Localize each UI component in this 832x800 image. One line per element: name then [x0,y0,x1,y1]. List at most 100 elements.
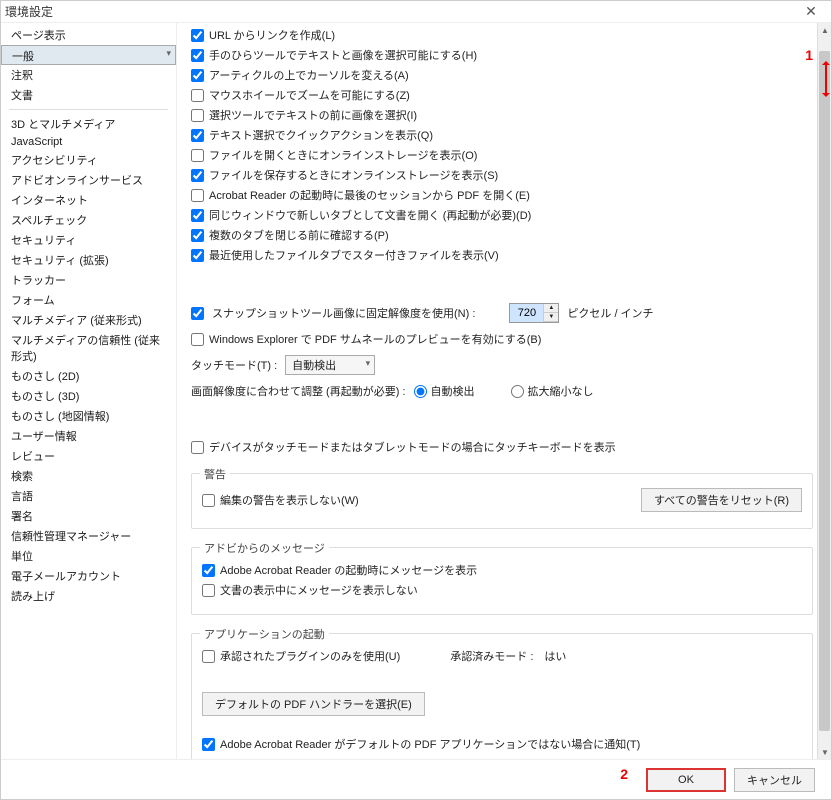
option-row: 複数のタブを閉じる前に確認する(P) [191,227,813,243]
resolution-row: 画面解像度に合わせて調整 (再起動が必要) : 自動検出 拡大縮小なし [191,383,813,399]
resolution-noscale-radio[interactable]: 拡大縮小なし [511,383,594,399]
certified-plugins-label: 承認されたプラグインのみを使用(U) [220,648,400,664]
sidebar-item[interactable]: JavaScript [1,134,176,150]
sidebar-item[interactable]: 署名 [1,506,176,526]
certified-plugins-checkbox[interactable] [202,650,215,663]
sidebar-item[interactable]: セキュリティ [1,230,176,250]
annotation-1: 1 [805,47,813,63]
option-label: 複数のタブを閉じる前に確認する(P) [209,227,389,243]
option-row: マウスホイールでズームを可能にする(Z) [191,87,813,103]
option-row: テキスト選択でクイックアクションを表示(Q) [191,127,813,143]
titlebar: 環境設定 ✕ [1,1,831,23]
option-label: Acrobat Reader の起動時に最後のセッションから PDF を開く(E… [209,187,530,203]
sidebar-item[interactable]: 3D とマルチメディア [1,114,176,134]
stepper-down-icon[interactable]: ▼ [544,313,558,322]
sidebar-item[interactable]: レビュー [1,446,176,466]
sidebar-item[interactable]: フォーム [1,290,176,310]
sidebar-item[interactable]: ページ表示 [1,25,176,45]
app-launch-legend: アプリケーションの起動 [200,626,329,642]
option-checkbox[interactable] [191,89,204,102]
viewing-message-row: 文書の表示中にメッセージを表示しない [202,582,802,598]
scroll-up-icon[interactable]: ▲ [818,23,831,37]
option-label: URL からリンクを作成(L) [209,27,335,43]
viewing-message-checkbox[interactable] [202,584,215,597]
touch-mode-select[interactable]: 自動検出 [285,355,375,375]
sidebar-item[interactable]: ものさし (3D) [1,386,176,406]
reset-warnings-button[interactable]: すべての警告をリセット(R) [641,488,802,512]
option-checkbox[interactable] [191,69,204,82]
ok-button[interactable]: OK [646,768,726,792]
sidebar-item[interactable]: 単位 [1,546,176,566]
content-panel: URL からリンクを作成(L) 手のひらツールでテキストと画像を選択可能にする(H… [177,23,831,759]
sidebar-item[interactable]: 一般 [1,45,176,65]
scrollbar-thumb[interactable] [819,51,830,731]
option-checkbox[interactable] [191,229,204,242]
option-label: 最近使用したファイルタブでスター付きファイルを表示(V) [209,247,499,263]
option-row: アーティクルの上でカーソルを変える(A) [191,67,813,83]
adobe-messages-group: アドビからのメッセージ Adobe Acrobat Reader の起動時にメッ… [191,547,813,615]
preferences-dialog: 環境設定 ✕ ページ表示一般注釈文書3D とマルチメディアJavaScriptア… [0,0,832,800]
stepper-up-icon[interactable]: ▲ [544,304,558,313]
option-label: ファイルを開くときにオンラインストレージを表示(O) [209,147,477,163]
option-checkbox[interactable] [191,209,204,222]
option-label: 同じウィンドウで新しいタブとして文書を開く (再起動が必要)(D) [209,207,531,223]
default-pdf-notify-checkbox[interactable] [202,738,215,751]
close-button[interactable]: ✕ [795,2,827,22]
certified-plugins-row: 承認されたプラグインのみを使用(U) 承認済みモード : はい [202,648,802,664]
explorer-preview-row: Windows Explorer で PDF サムネールのプレビューを有効にする… [191,331,813,347]
sidebar-item[interactable]: スペルチェック [1,210,176,230]
option-row: ファイルを保存するときにオンラインストレージを表示(S) [191,167,813,183]
startup-message-checkbox[interactable] [202,564,215,577]
option-checkbox[interactable] [191,109,204,122]
sidebar-item[interactable]: 読み上げ [1,586,176,606]
startup-message-row: Adobe Acrobat Reader の起動時にメッセージを表示 [202,562,802,578]
warning-legend: 警告 [200,466,230,482]
cancel-button[interactable]: キャンセル [734,768,815,792]
tablet-keyboard-checkbox[interactable] [191,441,204,454]
option-checkbox[interactable] [191,249,204,262]
option-checkbox[interactable] [191,129,204,142]
sidebar-item[interactable]: トラッカー [1,270,176,290]
sidebar: ページ表示一般注釈文書 3D とマルチメディアJavaScriptアクセシビリティ… [1,23,177,759]
sidebar-item[interactable]: 文書 [1,85,176,105]
option-label: 手のひらツールでテキストと画像を選択可能にする(H) [209,47,477,63]
sidebar-item[interactable]: 電子メールアカウント [1,566,176,586]
option-checkbox[interactable] [191,189,204,202]
snapshot-checkbox[interactable] [191,307,204,320]
sidebar-item[interactable]: 言語 [1,486,176,506]
default-pdf-notify-label: Adobe Acrobat Reader がデフォルトの PDF アプリケーショ… [220,736,640,752]
sidebar-item[interactable]: 信頼性管理マネージャー [1,526,176,546]
snapshot-resolution-input[interactable]: 720 ▲▼ [509,303,559,323]
snapshot-label: スナップショットツール画像に固定解像度を使用(N) : [212,305,475,321]
option-checkbox[interactable] [191,49,204,62]
sidebar-item[interactable]: ユーザー情報 [1,426,176,446]
option-checkbox[interactable] [191,149,204,162]
option-label: ファイルを保存するときにオンラインストレージを表示(S) [209,167,498,183]
scroll-down-icon[interactable]: ▼ [818,745,831,759]
dialog-footer: 2 OK キャンセル [1,759,831,799]
option-checkbox[interactable] [191,29,204,42]
hide-edit-warning-checkbox[interactable] [202,494,215,507]
tablet-keyboard-label: デバイスがタッチモードまたはタブレットモードの場合にタッチキーボードを表示 [209,439,616,455]
snapshot-value: 720 [510,304,544,322]
sidebar-item[interactable]: アドビオンラインサービス [1,170,176,190]
sidebar-item[interactable]: 検索 [1,466,176,486]
app-launch-group: アプリケーションの起動 承認されたプラグインのみを使用(U) 承認済みモード :… [191,633,813,759]
sidebar-item[interactable]: マルチメディアの信頼性 (従来形式) [1,330,176,366]
sidebar-item[interactable]: ものさし (地図情報) [1,406,176,426]
option-checkbox[interactable] [191,169,204,182]
sidebar-item[interactable]: 注釈 [1,65,176,85]
warning-group: 警告 編集の警告を表示しない(W) すべての警告をリセット(R) [191,473,813,529]
default-handler-button[interactable]: デフォルトの PDF ハンドラーを選択(E) [202,692,425,716]
resolution-auto-radio[interactable]: 自動検出 [414,383,475,399]
option-row: 手のひらツールでテキストと画像を選択可能にする(H) [191,47,813,63]
option-label: マウスホイールでズームを可能にする(Z) [209,87,410,103]
sidebar-item[interactable]: マルチメディア (従来形式) [1,310,176,330]
sidebar-item[interactable]: アクセシビリティ [1,150,176,170]
explorer-preview-checkbox[interactable] [191,333,204,346]
sidebar-item[interactable]: インターネット [1,190,176,210]
resolution-label: 画面解像度に合わせて調整 (再起動が必要) : [191,383,406,399]
sidebar-item[interactable]: セキュリティ (拡張) [1,250,176,270]
sidebar-item[interactable]: ものさし (2D) [1,366,176,386]
scrollbar[interactable]: ▲ ▼ [817,23,831,759]
